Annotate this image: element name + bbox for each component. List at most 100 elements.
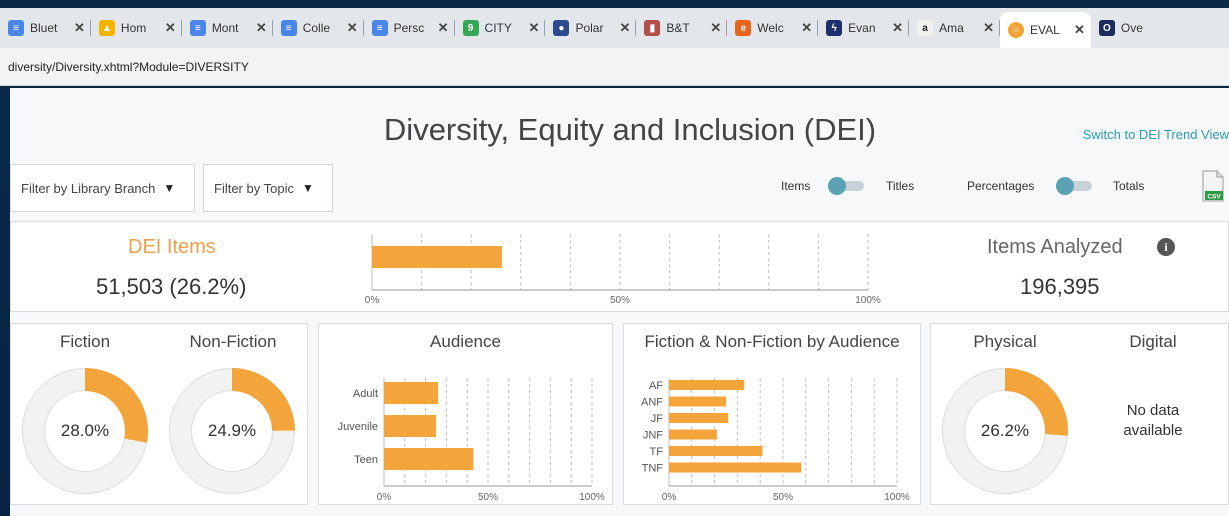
dei-share-bar-chart: 0% 50% 100% (365, 234, 881, 306)
close-icon[interactable]: ✕ (983, 20, 994, 36)
address-url[interactable]: diversity/Diversity.xhtml?Module=DIVERSI… (8, 60, 249, 74)
bar (669, 429, 717, 440)
browser-tab[interactable]: ϟ Evan ✕ (818, 8, 910, 48)
bar (669, 396, 726, 407)
close-icon[interactable]: ✕ (529, 20, 540, 36)
physical-percent: 26.2% (980, 421, 1030, 440)
globe-icon: ● (553, 20, 570, 36)
book-icon: ▮ (644, 20, 661, 36)
bar (384, 415, 436, 437)
calendar-icon: 9 (462, 20, 479, 36)
x-tick-label: 0% (365, 295, 380, 306)
fnf-audience-title: Fiction & Non-Fiction by Audience (644, 332, 900, 351)
caret-down-icon: ▼ (301, 181, 314, 195)
docs-icon: ≡ (280, 20, 297, 36)
close-icon[interactable]: ✕ (165, 20, 176, 36)
browser-tab-label: B&T (666, 21, 690, 35)
browser-tab[interactable]: ≡ Persc ✕ (364, 8, 455, 48)
e-icon: e (735, 20, 752, 36)
audience-bar-chart: 0% 50% 100% Adult Juvenile Teen (338, 378, 605, 503)
browser-tab-label: Bluet (30, 21, 58, 35)
bar (669, 380, 745, 390)
filter-branch-label: Filter by Library Branch (21, 180, 156, 196)
x-tick-label: 100% (884, 492, 910, 503)
category-label: JNF (643, 430, 663, 442)
info-icon[interactable]: i (1157, 238, 1175, 256)
ring-icon: ○ (1007, 22, 1024, 38)
filter-branch-dropdown[interactable]: Filter by Library Branch ▼ (10, 164, 195, 212)
browser-tab[interactable]: a Ama ✕ (909, 8, 1000, 48)
audience-title: Audience (430, 332, 501, 351)
browser-tab-label: Colle (302, 21, 331, 35)
filter-topic-dropdown[interactable]: Filter by Topic ▼ (203, 164, 333, 212)
browser-tab[interactable]: ▮ B&T ✕ (636, 8, 728, 48)
physical-title: Physical (973, 332, 1037, 351)
dei-items-value: 51,503 (26.2%) (96, 274, 247, 299)
close-icon[interactable]: ✕ (347, 20, 358, 36)
browser-tab[interactable]: ≡ Colle ✕ (273, 8, 364, 48)
browser-tab[interactable]: O Ove (1091, 8, 1165, 48)
toggle-knob[interactable] (1056, 177, 1074, 195)
category-label: Teen (354, 454, 378, 466)
o-icon: O (1098, 20, 1115, 36)
amazon-icon: a (917, 20, 934, 36)
close-icon[interactable]: ✕ (801, 20, 812, 36)
browser-tab-strip: ≡ Bluet ✕ ▲ Hom ✕ ≡ Mont ✕ ≡ Colle ✕ ≡ Persc ✕ 9 CITY ✕ ● P… (0, 8, 1229, 48)
close-icon[interactable]: ✕ (892, 20, 903, 36)
browser-tab-label: Persc (393, 21, 425, 35)
items-titles-toggle[interactable] (828, 177, 864, 195)
browser-tab-label: EVAL (1029, 23, 1060, 37)
items-analyzed-value: 196,395 (1020, 274, 1100, 299)
percentages-totals-toggle[interactable] (1056, 177, 1092, 195)
browser-tab[interactable]: 9 CITY ✕ (455, 8, 546, 48)
fnf-audience-bar-chart: 0% 50% 100% AF ANF JF JNF TF TNF (641, 378, 910, 503)
bar (669, 462, 802, 473)
csv-download-icon[interactable]: CSV (1201, 170, 1225, 202)
browser-tab[interactable]: ≡ Bluet ✕ (0, 8, 91, 48)
browser-tab-label: Welc (757, 21, 784, 35)
docs-icon: ≡ (8, 20, 24, 36)
browser-tab-label: Ove (1120, 21, 1143, 35)
bolt-icon: ϟ (826, 20, 843, 36)
category-label: TNF (642, 463, 664, 475)
close-icon[interactable]: ✕ (619, 20, 630, 36)
bar (384, 382, 439, 404)
category-label: AF (649, 380, 663, 392)
browser-tab[interactable]: ○ EVAL ✕ (999, 12, 1091, 48)
nonfiction-percent: 24.9% (207, 421, 257, 440)
category-label: TF (650, 446, 664, 458)
docs-icon: ≡ (371, 20, 388, 36)
category-label: JF (651, 413, 664, 425)
items-toggle-label: Items (781, 179, 811, 193)
close-icon[interactable]: ✕ (438, 20, 449, 36)
x-tick-label: 100% (579, 492, 605, 503)
close-icon[interactable]: ✕ (74, 20, 85, 36)
browser-tab[interactable]: ● Polar ✕ (545, 8, 637, 48)
x-tick-label: 100% (855, 295, 881, 306)
browser-tab-label: Evan (848, 21, 876, 35)
x-tick-label: 0% (377, 492, 392, 503)
category-label: Adult (353, 388, 378, 400)
digital-no-data: No data available (1123, 402, 1183, 439)
drive-icon: ▲ (98, 20, 115, 36)
close-icon[interactable]: ✕ (256, 20, 267, 36)
bar (372, 246, 502, 268)
fiction-percent: 28.0% (60, 421, 110, 440)
bar (669, 446, 763, 456)
csv-icon-label: CSV (1207, 193, 1221, 200)
close-icon[interactable]: ✕ (710, 20, 721, 36)
browser-tab[interactable]: e Welc ✕ (727, 8, 819, 48)
toggle-knob[interactable] (828, 177, 846, 195)
docs-icon: ≡ (189, 20, 206, 36)
x-tick-label: 50% (773, 492, 793, 503)
caret-down-icon: ▼ (163, 181, 176, 195)
x-tick-label: 50% (610, 295, 630, 306)
browser-tab[interactable]: ▲ Hom ✕ (91, 8, 182, 48)
digital-title: Digital (1129, 332, 1177, 351)
switch-trend-view-link[interactable]: Switch to DEI Trend View (1083, 127, 1229, 142)
category-label: Juvenile (338, 421, 378, 433)
close-icon[interactable]: ✕ (1074, 22, 1085, 38)
address-bar[interactable]: diversity/Diversity.xhtml?Module=DIVERSI… (0, 48, 1229, 86)
items-analyzed-title: Items Analyzed (987, 236, 1123, 258)
browser-tab[interactable]: ≡ Mont ✕ (182, 8, 273, 48)
